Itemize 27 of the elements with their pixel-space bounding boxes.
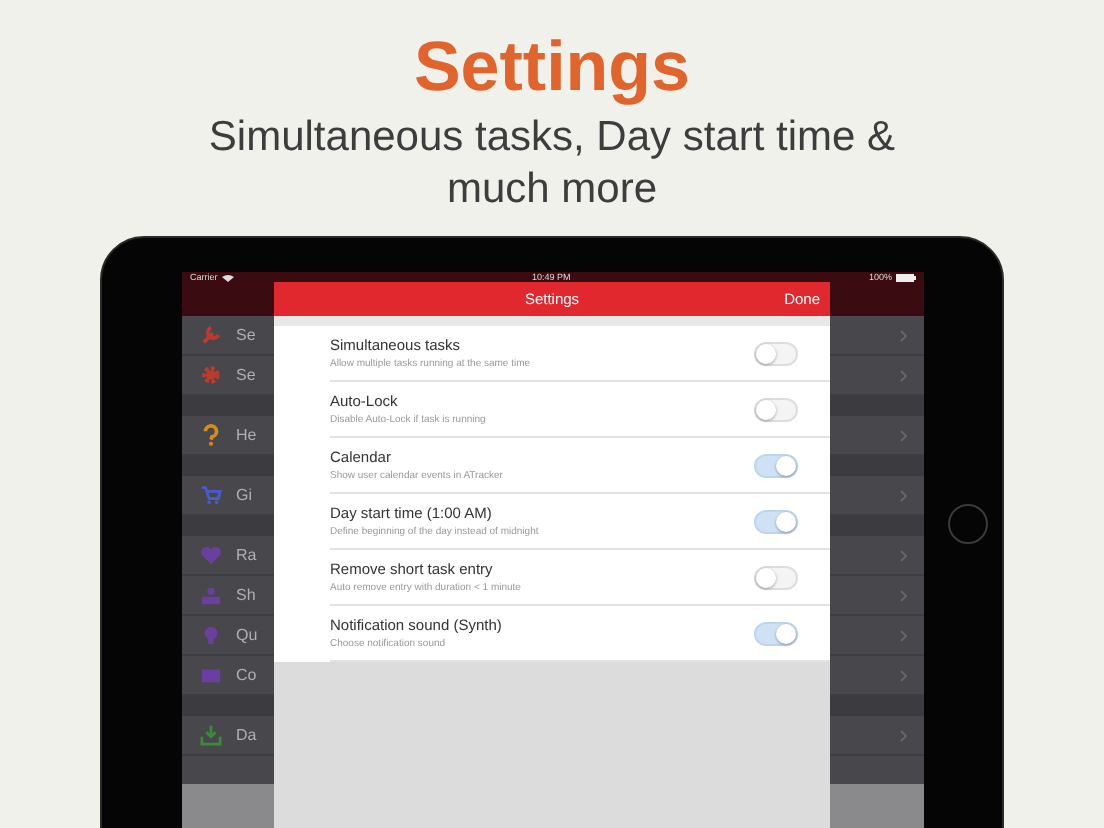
home-button[interactable] [948,504,988,544]
list-item-label: Se [236,326,256,344]
wifi-icon [221,273,234,281]
bulb-icon [200,624,222,646]
list-item-label: He [236,426,257,444]
toggle-switch[interactable] [754,565,798,589]
toggle-switch[interactable] [754,509,798,533]
headline-title: Settings [413,28,691,108]
cart-icon [200,484,222,506]
question-icon [200,424,222,446]
list-item-label: Ra [236,546,257,564]
people-icon [200,584,222,606]
list-item-label: Gi [236,486,252,504]
toggle-switch[interactable] [754,621,798,645]
gear-icon [200,364,222,386]
list-item-label: Sh [236,586,256,604]
headline-subtitle: Simultaneous tasks, Day start time & much more [206,112,898,216]
toggle-switch[interactable] [754,453,798,477]
list-item-label: Se [236,366,256,384]
heart-icon [200,544,222,566]
list-item-label: Co [236,666,257,684]
battery-icon [895,273,916,281]
list-item-label: Da [236,726,257,744]
toggle-switch[interactable] [754,397,798,421]
list-item-label: Qu [236,626,258,644]
toggle-switch[interactable] [754,341,798,365]
download-icon [200,724,222,746]
